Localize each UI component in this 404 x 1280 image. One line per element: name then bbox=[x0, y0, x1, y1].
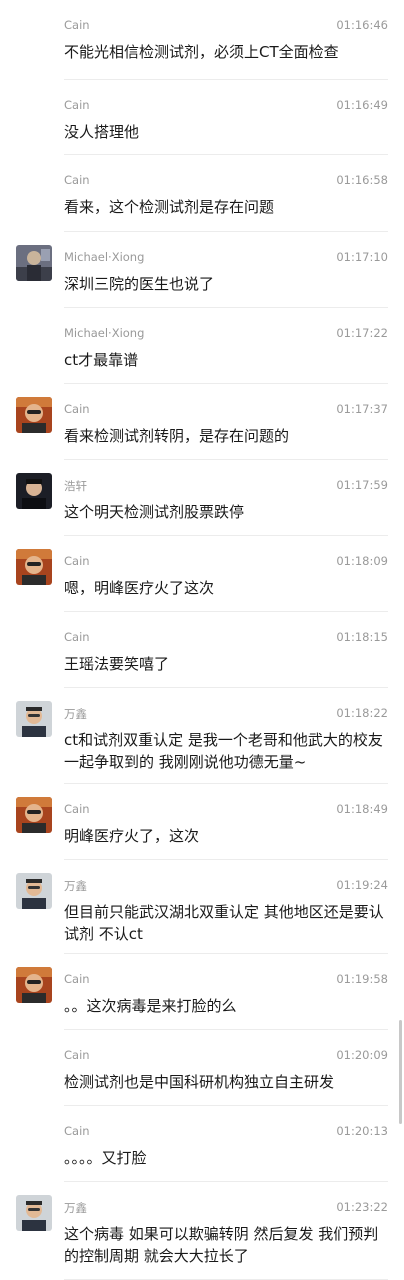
message-row[interactable]: Cain 01:16:58 看来，这个检测试剂是存在问题 bbox=[0, 155, 404, 232]
message-timestamp: 01:18:15 bbox=[336, 630, 388, 644]
message-row[interactable]: Cain 01:20:13 。。。。又打脸 bbox=[0, 1106, 404, 1182]
message-row[interactable]: 万鑫 01:19:24 但目前只能武汉湖北双重认定 其他地区还是要认试剂 不认ct bbox=[0, 860, 404, 954]
sender-name: Michael·Xiong bbox=[64, 326, 145, 340]
message-timestamp: 01:19:58 bbox=[336, 972, 388, 986]
avatar[interactable] bbox=[16, 473, 52, 509]
message-timestamp: 01:20:13 bbox=[336, 1124, 388, 1138]
sender-name: Cain bbox=[64, 630, 90, 644]
message-text: 但目前只能武汉湖北双重认定 其他地区还是要认试剂 不认ct bbox=[64, 903, 384, 943]
message-text: ct才最靠谱 bbox=[64, 351, 139, 369]
scrollbar[interactable] bbox=[399, 1020, 402, 1124]
message-timestamp: 01:17:37 bbox=[336, 402, 388, 416]
message-text: 这个病毒 如果可以欺骗转阴 然后复发 我们预判的控制周期 就会大大拉长了 bbox=[64, 1225, 379, 1265]
message-timestamp: 01:16:58 bbox=[336, 173, 388, 187]
message-row[interactable]: 万鑫 01:18:22 ct和试剂双重认定 是我一个老哥和他武大的校友 一起争取到的… bbox=[0, 688, 404, 784]
sender-name: Cain bbox=[64, 1048, 90, 1062]
chat-history-list: Cain 01:16:46 不能光相信检测试剂，必须上CT全面检查 Cain 01:16… bbox=[0, 0, 404, 1280]
avatar[interactable] bbox=[16, 873, 52, 909]
sender-name: Cain bbox=[64, 402, 90, 416]
message-text: 。。这次病毒是来打脸的么 bbox=[64, 997, 237, 1015]
message-text: 嗯，明峰医疗火了这次 bbox=[64, 579, 215, 597]
message-timestamp: 01:16:46 bbox=[336, 18, 388, 32]
message-row[interactable]: Cain 01:16:46 不能光相信检测试剂，必须上CT全面检查 bbox=[0, 0, 404, 80]
avatar[interactable] bbox=[16, 797, 52, 833]
avatar[interactable] bbox=[16, 397, 52, 433]
avatar[interactable] bbox=[16, 967, 52, 1003]
message-row[interactable]: 万鑫 01:23:22 这个病毒 如果可以欺骗转阴 然后复发 我们预判的控制周期 就… bbox=[0, 1182, 404, 1280]
message-text: 检测试剂也是中国科研机构独立自主研发 bbox=[64, 1073, 335, 1091]
message-row[interactable]: Cain 01:16:49 没人搭理他 bbox=[0, 80, 404, 155]
message-text: 看来检测试剂转阴，是存在问题的 bbox=[64, 427, 290, 445]
message-timestamp: 01:18:49 bbox=[336, 802, 388, 816]
message-row[interactable]: 浩轩 01:17:59 这个明天检测试剂股票跌停 bbox=[0, 460, 404, 536]
message-timestamp: 01:18:22 bbox=[336, 706, 388, 720]
message-text: 深圳三院的医生也说了 bbox=[64, 275, 215, 293]
sender-name: 万鑫 bbox=[64, 707, 87, 721]
avatar[interactable] bbox=[16, 245, 52, 281]
avatar[interactable] bbox=[16, 701, 52, 737]
sender-name: Michael·Xiong bbox=[64, 250, 145, 264]
message-timestamp: 01:17:59 bbox=[336, 478, 388, 492]
sender-name: 万鑫 bbox=[64, 879, 87, 893]
message-row[interactable]: Cain 01:18:15 王瑶法要笑嘻了 bbox=[0, 612, 404, 688]
message-row[interactable]: Cain 01:20:09 检测试剂也是中国科研机构独立自主研发 bbox=[0, 1030, 404, 1106]
message-row[interactable]: Michael·Xiong 01:17:10 深圳三院的医生也说了 bbox=[0, 232, 404, 308]
message-text: 王瑶法要笑嘻了 bbox=[64, 655, 170, 673]
sender-name: Cain bbox=[64, 554, 90, 568]
message-row[interactable]: Cain 01:18:09 嗯，明峰医疗火了这次 bbox=[0, 536, 404, 612]
message-row[interactable]: Michael·Xiong 01:17:22 ct才最靠谱 bbox=[0, 308, 404, 384]
message-row[interactable]: Cain 01:17:37 看来检测试剂转阴，是存在问题的 bbox=[0, 384, 404, 460]
message-text: 这个明天检测试剂股票跌停 bbox=[64, 503, 245, 521]
sender-name: 万鑫 bbox=[64, 1201, 87, 1215]
message-timestamp: 01:16:49 bbox=[336, 98, 388, 112]
message-text: ct和试剂双重认定 是我一个老哥和他武大的校友 一起争取到的 我刚刚说他功德无量… bbox=[64, 731, 383, 771]
sender-name: Cain bbox=[64, 173, 90, 187]
sender-name: Cain bbox=[64, 18, 90, 32]
sender-name: Cain bbox=[64, 802, 90, 816]
sender-name: 浩轩 bbox=[64, 479, 87, 493]
message-text: 。。。。又打脸 bbox=[64, 1149, 147, 1167]
message-text: 看来，这个检测试剂是存在问题 bbox=[64, 198, 275, 216]
sender-name: Cain bbox=[64, 1124, 90, 1138]
message-row[interactable]: Cain 01:18:49 明峰医疗火了，这次 bbox=[0, 784, 404, 860]
message-timestamp: 01:17:22 bbox=[336, 326, 388, 340]
message-text: 明峰医疗火了，这次 bbox=[64, 827, 200, 845]
message-row[interactable]: Cain 01:19:58 。。这次病毒是来打脸的么 bbox=[0, 954, 404, 1030]
message-text: 不能光相信检测试剂，必须上CT全面检查 bbox=[64, 43, 339, 61]
message-text: 没人搭理他 bbox=[64, 123, 140, 141]
message-timestamp: 01:17:10 bbox=[336, 250, 388, 264]
message-timestamp: 01:20:09 bbox=[336, 1048, 388, 1062]
message-timestamp: 01:19:24 bbox=[336, 878, 388, 892]
sender-name: Cain bbox=[64, 98, 90, 112]
message-timestamp: 01:18:09 bbox=[336, 554, 388, 568]
avatar[interactable] bbox=[16, 1195, 52, 1231]
sender-name: Cain bbox=[64, 972, 90, 986]
message-timestamp: 01:23:22 bbox=[336, 1200, 388, 1214]
avatar[interactable] bbox=[16, 549, 52, 585]
